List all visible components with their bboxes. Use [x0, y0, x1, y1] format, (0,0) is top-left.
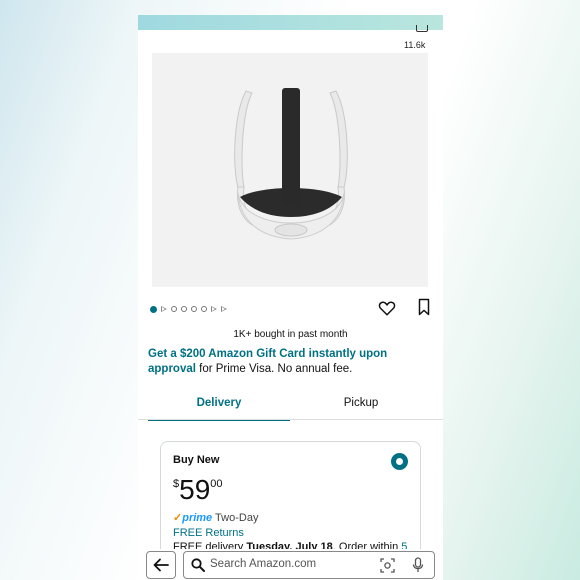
price: $5900	[173, 474, 223, 506]
prime-speed: Two-Day	[215, 512, 259, 524]
carousel-dot[interactable]	[171, 306, 177, 312]
bottom-search-bar: Search Amazon.com	[138, 549, 443, 580]
prime-logo: prime	[182, 512, 213, 524]
search-placeholder: Search Amazon.com	[210, 558, 317, 570]
video-play-icon[interactable]	[221, 306, 227, 312]
price-symbol: $	[173, 478, 180, 490]
carousel-dot-active[interactable]	[150, 305, 157, 313]
video-play-icon[interactable]	[161, 306, 167, 312]
carousel-dot[interactable]	[201, 306, 207, 312]
heart-icon[interactable]	[378, 299, 396, 317]
share-count: 11.6k	[404, 40, 426, 50]
price-fraction: 00	[210, 478, 223, 490]
price-whole: 59	[179, 474, 211, 505]
tabs-divider	[138, 419, 443, 420]
tab-delivery[interactable]: Delivery	[148, 395, 290, 421]
back-button[interactable]	[146, 551, 176, 579]
top-banner-strip	[138, 15, 443, 30]
arrow-left-icon	[153, 558, 169, 572]
prime-check-icon: ✓	[173, 512, 183, 524]
camera-scan-icon[interactable]	[380, 558, 395, 573]
promo-text: for Prime Visa. No annual fee.	[195, 363, 353, 375]
tab-pickup[interactable]: Pickup	[290, 395, 432, 433]
microphone-icon[interactable]	[412, 557, 424, 573]
carousel-dot[interactable]	[181, 306, 187, 312]
app-screen: 11.6k 1K+ bought in past month Get a $20…	[138, 15, 443, 580]
vr-head-strap-image	[234, 88, 348, 240]
prime-visa-promo[interactable]: Get a $200 Amazon Gift Card instantly up…	[148, 347, 438, 377]
video-play-icon[interactable]	[211, 306, 217, 312]
image-carousel-dots[interactable]	[150, 303, 227, 315]
share-icon[interactable]	[416, 25, 428, 32]
product-image[interactable]	[152, 53, 428, 287]
prime-badge: ✓prime Two-Day	[173, 511, 258, 524]
carousel-dot[interactable]	[191, 306, 197, 312]
offer-title: Buy New	[173, 454, 220, 466]
search-icon	[191, 558, 205, 572]
free-returns-link[interactable]: FREE Returns	[173, 527, 244, 539]
search-input[interactable]: Search Amazon.com	[183, 551, 435, 579]
bought-count-text: 1K+ bought in past month	[233, 329, 348, 340]
offer-radio-button[interactable]	[391, 453, 408, 470]
bookmark-icon[interactable]	[416, 298, 432, 316]
fulfillment-tabs: Delivery Pickup	[148, 395, 443, 435]
